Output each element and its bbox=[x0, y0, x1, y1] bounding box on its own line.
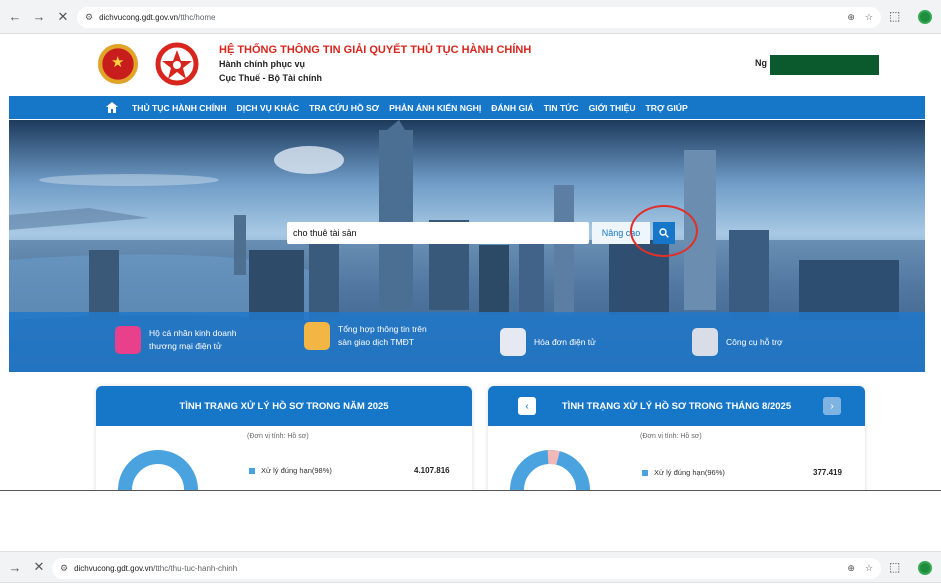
browser-toolbar-top: ← → ✕ ⚙ dichvucong.gdt.gov.vn/tthc/home … bbox=[0, 0, 941, 34]
legend-on-time: Xử lý đúng hạn(96%) bbox=[642, 468, 725, 477]
address-bar[interactable]: ⚙ dichvucong.gdt.gov.vn/tthc/home ⊕ ☆ bbox=[77, 7, 881, 28]
address-bar[interactable]: ⚙ dichvucong.gdt.gov.vn/tthc/thu-tuc-han… bbox=[52, 558, 881, 579]
red-highlight-circle bbox=[630, 205, 698, 257]
tax-department-logo bbox=[155, 42, 199, 86]
unit-label: (Đơn vị tính: Hồ sơ) bbox=[640, 433, 702, 440]
feature-tong-hop-tmdt[interactable]: Tổng hợp thông tin trên sàn giao dịch TMĐ… bbox=[304, 322, 427, 350]
profile-avatar[interactable] bbox=[918, 10, 932, 24]
profile-avatar[interactable] bbox=[918, 561, 932, 575]
prev-month-button[interactable]: ‹ bbox=[518, 397, 536, 415]
menu-item-gioi-thieu[interactable]: GIỚI THIỆU bbox=[584, 103, 641, 113]
feature-label: Công cụ hỗ trợ bbox=[726, 336, 783, 347]
menu-item-phan-anh[interactable]: PHẢN ÁNH KIẾN NGHỊ bbox=[384, 103, 486, 113]
translate-icon[interactable]: ⊕ bbox=[847, 563, 855, 574]
ecommerce-icon bbox=[115, 326, 141, 354]
main-menu: THỦ TỤC HÀNH CHÍNH DỊCH VỤ KHÁC TRA CỨU … bbox=[9, 96, 925, 119]
back-icon[interactable]: ← bbox=[6, 8, 24, 26]
forward-icon[interactable]: → bbox=[6, 558, 24, 576]
menu-item-tra-cuu[interactable]: TRA CỨU HỒ SƠ bbox=[304, 103, 384, 113]
menu-item-danh-gia[interactable]: ĐÁNH GIÁ bbox=[486, 103, 539, 113]
national-emblem-icon: ★ bbox=[98, 44, 138, 84]
search-input[interactable]: cho thuê tài sản bbox=[287, 222, 589, 244]
divider bbox=[0, 490, 941, 491]
value-on-time: 377.419 bbox=[813, 468, 842, 477]
value-on-time: 4.107.816 bbox=[414, 466, 450, 475]
donut-chart bbox=[510, 449, 590, 490]
login-link[interactable]: Ng bbox=[755, 58, 767, 68]
site-info-icon[interactable]: ⚙ bbox=[85, 12, 93, 23]
url-path: /tthc/home bbox=[178, 13, 216, 22]
feature-cong-cu[interactable]: Công cụ hỗ trợ bbox=[692, 328, 783, 356]
bookmark-star-icon[interactable]: ☆ bbox=[865, 12, 873, 23]
url-host: dichvucong.gdt.gov.vn bbox=[99, 13, 179, 22]
unit-label: (Đơn vị tính: Hồ sơ) bbox=[247, 433, 309, 440]
bookmark-star-icon[interactable]: ☆ bbox=[865, 563, 873, 574]
redacted-area bbox=[770, 55, 879, 75]
feature-label: sàn giao dịch TMĐT bbox=[338, 337, 414, 347]
home-icon[interactable] bbox=[97, 102, 127, 113]
feature-hoa-don[interactable]: Hóa đơn điện tử bbox=[500, 328, 596, 356]
cut-mask bbox=[0, 491, 941, 551]
menu-item-thu-tuc[interactable]: THỦ TỤC HÀNH CHÍNH bbox=[127, 103, 232, 113]
url-path: /tthc/thu-tuc-hanh-chinh bbox=[153, 564, 238, 573]
data-summary-icon bbox=[304, 322, 330, 350]
feature-label: Hộ cá nhân kinh doanh bbox=[149, 328, 237, 338]
menu-item-dich-vu-khac[interactable]: DỊCH VỤ KHÁC bbox=[232, 103, 305, 113]
browser-toolbar-bottom: → ✕ ⚙ dichvucong.gdt.gov.vn/tthc/thu-tuc… bbox=[0, 551, 941, 583]
stop-icon[interactable]: ✕ bbox=[54, 8, 72, 26]
tools-icon bbox=[692, 328, 718, 356]
donut-chart bbox=[118, 450, 198, 490]
forward-icon[interactable]: → bbox=[30, 8, 48, 26]
site-agency: Cục Thuế - Bộ Tài chính bbox=[219, 73, 322, 83]
feature-label: Hóa đơn điện tử bbox=[534, 336, 596, 347]
menu-item-tro-giup[interactable]: TRỢ GIÚP bbox=[641, 103, 693, 113]
site-info-icon[interactable]: ⚙ bbox=[60, 563, 68, 574]
site-subtitle: Hành chính phục vụ bbox=[219, 59, 306, 69]
translate-icon[interactable]: ⊕ bbox=[847, 12, 855, 23]
stop-icon[interactable]: ✕ bbox=[30, 558, 48, 576]
invoice-icon bbox=[500, 328, 526, 356]
feature-label: Tổng hợp thông tin trên bbox=[338, 324, 427, 334]
menu-item-tin-tuc[interactable]: TIN TỨC bbox=[539, 103, 584, 113]
extensions-icon[interactable]: ⬚ bbox=[889, 560, 900, 574]
legend-on-time: Xử lý đúng hạn(98%) bbox=[249, 466, 332, 475]
feature-ho-ca-nhan[interactable]: Hộ cá nhân kinh doanh thương mại điện tử bbox=[115, 326, 236, 354]
card-title: TÌNH TRẠNG XỬ LÝ HỒ SƠ TRONG NĂM 2025 bbox=[96, 386, 472, 426]
site-title: HỆ THỐNG THÔNG TIN GIẢI QUYẾT THỦ TỤC HÀ… bbox=[219, 44, 532, 56]
next-month-button[interactable]: › bbox=[823, 397, 841, 415]
card-title: TÌNH TRẠNG XỬ LÝ HỒ SƠ TRONG THÁNG 8/202… bbox=[488, 386, 865, 426]
url-host: dichvucong.gdt.gov.vn bbox=[74, 564, 154, 573]
feature-label: thương mại điện tử bbox=[149, 341, 222, 351]
extensions-icon[interactable]: ⬚ bbox=[889, 9, 900, 23]
